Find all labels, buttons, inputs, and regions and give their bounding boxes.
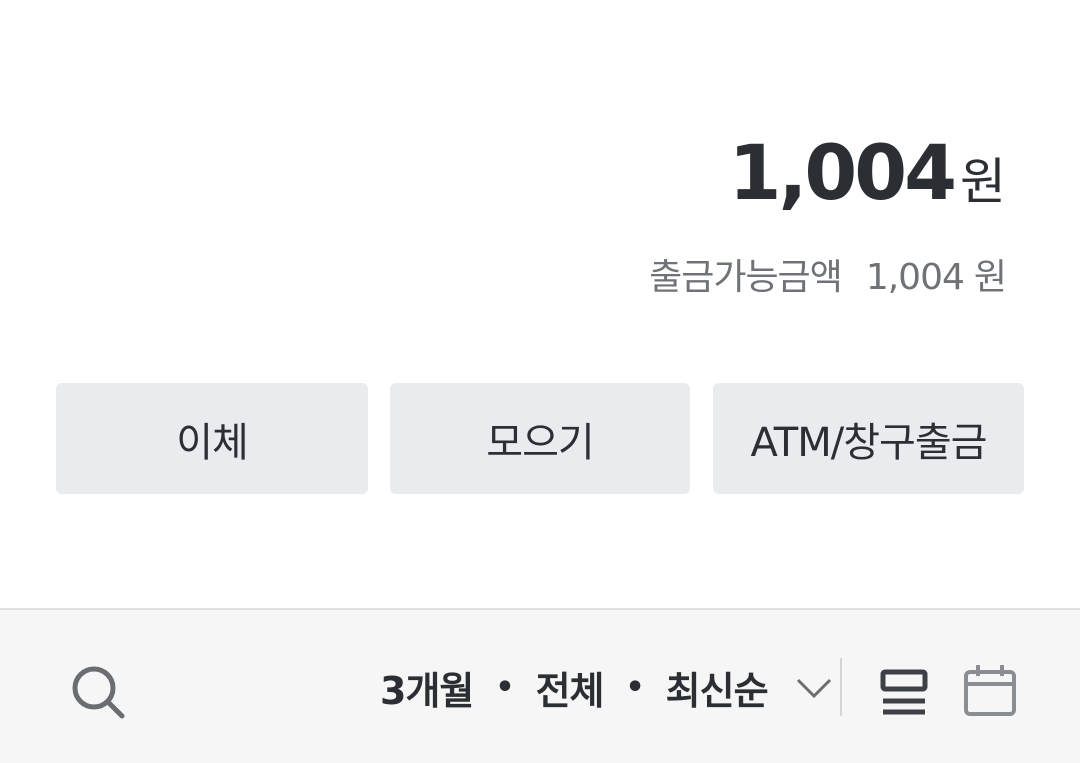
list-view-icon[interactable]: [880, 668, 928, 716]
balance-amount: 1,004: [728, 128, 957, 217]
transfer-button[interactable]: 이체: [56, 383, 368, 494]
available-amount: 1,004: [865, 257, 965, 298]
available-unit: 원: [973, 257, 1007, 298]
balance-display: 1,004 원: [729, 128, 1006, 217]
balance-unit: 원: [960, 153, 1006, 211]
available-label: 출금가능금액: [649, 257, 843, 298]
transaction-filter-bar: 3개월 • 전체 • 최신순: [0, 608, 1080, 763]
atm-withdraw-button[interactable]: ATM/창구출금: [713, 383, 1024, 494]
filter-period: 3개월: [380, 669, 474, 713]
filter-type: 전체: [535, 669, 605, 713]
separator-dot: •: [625, 670, 644, 705]
separator-dot: •: [495, 670, 514, 705]
search-icon[interactable]: [70, 664, 126, 720]
available-balance: 출금가능금액 1,004 원: [649, 248, 1007, 300]
divider: [840, 658, 842, 716]
filter-selector[interactable]: 3개월 • 전체 • 최신순: [380, 660, 832, 715]
collect-button[interactable]: 모으기: [390, 383, 690, 494]
chevron-down-icon: [796, 678, 831, 698]
filter-order: 최신순: [665, 669, 769, 713]
calendar-icon[interactable]: [962, 662, 1018, 718]
available-value: 1,004 원: [865, 248, 1007, 300]
